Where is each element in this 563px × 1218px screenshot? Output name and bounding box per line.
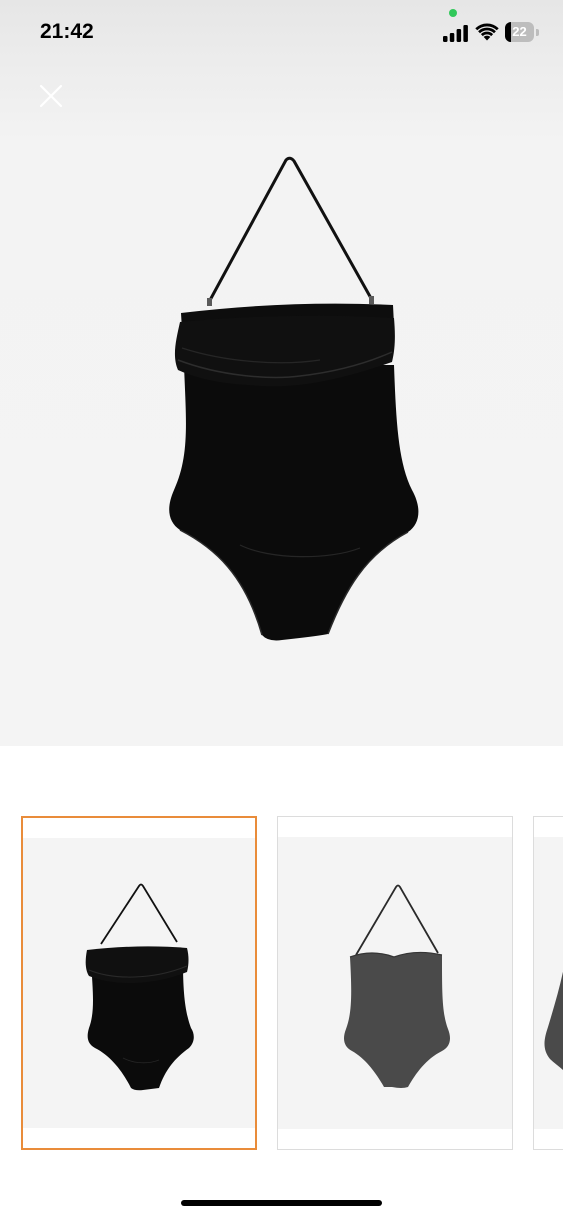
thumbnail-black-ruffle-swimsuit[interactable] [21,816,257,1150]
wifi-icon [475,23,499,41]
home-indicator[interactable] [181,1200,382,1206]
thumbnail-image [344,884,450,1088]
signal-icon [443,25,468,42]
status-time: 21:42 [40,20,94,43]
battery-body: 22 [505,22,534,42]
battery-tip [536,29,539,36]
battery-level: 22 [512,24,527,39]
close-button[interactable] [34,79,68,113]
recording-indicator [449,9,457,17]
product-image-gallery: 21:42 22 [0,0,563,1218]
thumbnail-grey-swimsuit-partial[interactable] [533,816,563,1150]
main-product-image[interactable] [150,155,430,647]
battery-icon: 22 [505,22,539,42]
thumbnail-image [85,883,194,1091]
close-icon [39,84,63,108]
thumbnail-image [544,971,563,1071]
status-bar: 21:42 22 [0,0,563,64]
thumbnail-grey-halter-swimsuit[interactable] [277,816,513,1150]
thumbnail-strip[interactable] [0,816,563,1154]
